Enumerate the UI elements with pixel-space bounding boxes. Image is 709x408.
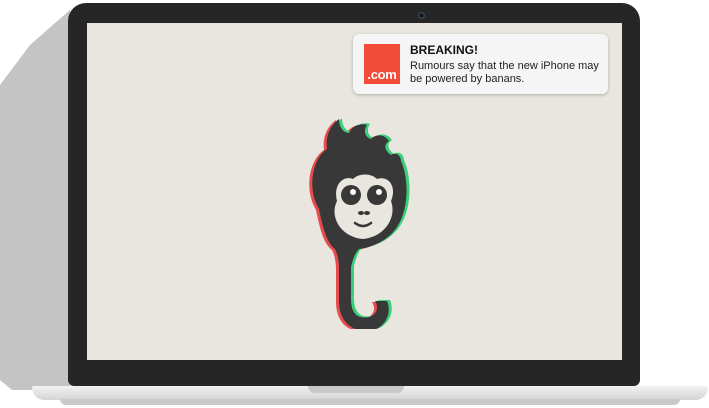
- dot-com-app-icon: .com: [364, 44, 400, 84]
- camera-icon: [418, 12, 425, 19]
- notification-title: BREAKING!: [410, 43, 478, 57]
- laptop-notch: [308, 386, 404, 393]
- laptop-screen: .com BREAKING! Rumours say that the new …: [87, 23, 622, 360]
- notification-body: Rumours say that the new iPhone may be p…: [410, 60, 599, 85]
- monkey-logo-icon: [309, 119, 410, 329]
- app-icon-label: .com: [367, 67, 397, 82]
- notification-banner[interactable]: .com BREAKING! Rumours say that the new …: [353, 34, 608, 94]
- laptop-base-bottom: [60, 399, 680, 405]
